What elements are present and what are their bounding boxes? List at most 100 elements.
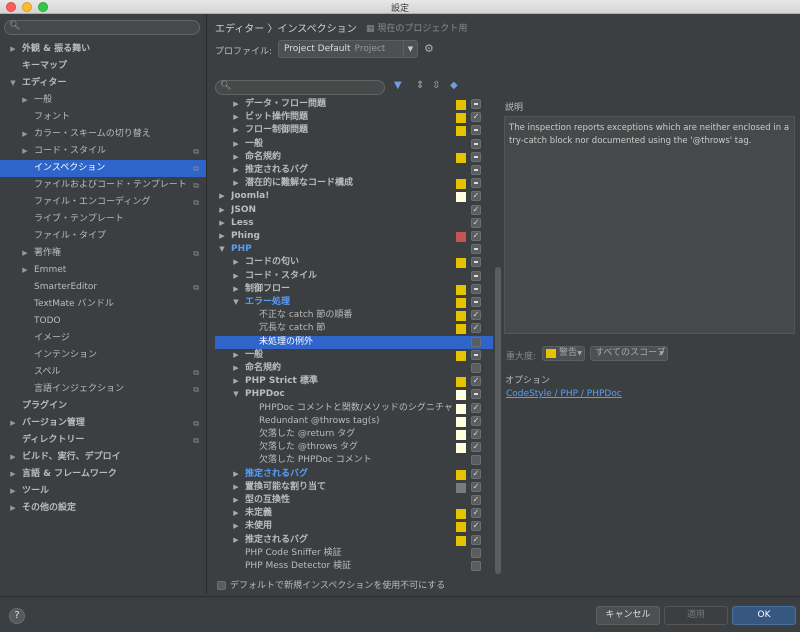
chevron-right-icon[interactable]: ▶ — [231, 481, 241, 494]
inspection-row[interactable]: ▶ PHP Strict 標準 ✓ — [215, 375, 493, 388]
chevron-right-icon[interactable]: ▶ — [8, 500, 18, 517]
disable-new-inspections-checkbox[interactable]: デフォルトで新規インスペクションを使用不可にする — [217, 578, 445, 591]
inspection-checkbox[interactable]: ✓ — [471, 521, 481, 531]
chevron-right-icon[interactable]: ▶ — [231, 164, 241, 177]
scope-select[interactable]: すべてのスコープ ▼ — [590, 346, 668, 361]
sidebar-item[interactable]: インスペクション ⧉ — [0, 160, 206, 177]
chevron-right-icon[interactable]: ▶ — [231, 111, 241, 124]
inspection-row[interactable]: ▶ データ・フロー問題 — [215, 98, 493, 111]
inspection-checkbox[interactable]: ✓ — [471, 482, 481, 492]
reset-icon[interactable]: ◆ — [450, 80, 458, 91]
inspection-checkbox[interactable] — [471, 139, 481, 149]
sidebar-item[interactable]: ファイル・タイプ — [0, 228, 206, 245]
inspection-checkbox[interactable] — [471, 271, 481, 281]
inspection-row[interactable]: PHPDoc コメントと関数/メソッドのシグニチャ ✓ — [215, 402, 493, 415]
inspection-row[interactable]: ▼ PHP — [215, 243, 493, 256]
inspection-checkbox[interactable] — [471, 99, 481, 109]
inspection-checkbox[interactable]: ✓ — [471, 231, 481, 241]
inspection-checkbox[interactable] — [471, 297, 481, 307]
inspection-row[interactable]: ▶ 命名規約 — [215, 362, 493, 375]
inspection-row[interactable]: 不正な catch 節の順番 ✓ — [215, 309, 493, 322]
inspection-row[interactable]: ▶ フロー制御問題 — [215, 124, 493, 137]
chevron-right-icon[interactable]: ▶ — [231, 375, 241, 388]
chevron-down-icon[interactable]: ▼ — [8, 75, 18, 92]
chevron-right-icon[interactable]: ▶ — [217, 190, 227, 203]
inspection-row[interactable]: ▶ Joomla! ✓ — [215, 190, 493, 203]
filter-icon[interactable]: ▼ — [394, 80, 402, 91]
sidebar-item[interactable]: ▶ 言語 & フレームワーク — [0, 466, 206, 483]
sidebar-item[interactable]: ▶ 外観 & 振る舞い — [0, 41, 206, 58]
sidebar-item[interactable]: フォント — [0, 109, 206, 126]
sidebar-item[interactable]: ディレクトリー ⧉ — [0, 432, 206, 449]
sidebar-item[interactable]: プラグイン — [0, 398, 206, 415]
inspection-checkbox[interactable] — [471, 125, 481, 135]
inspection-checkbox[interactable] — [471, 152, 481, 162]
inspection-row[interactable]: ▶ 推定されるバグ ✓ — [215, 468, 493, 481]
inspection-row[interactable]: ▶ 制御フロー — [215, 283, 493, 296]
inspection-row[interactable]: Redundant @throws tag(s) ✓ — [215, 415, 493, 428]
sidebar-item[interactable]: ライブ・テンプレート — [0, 211, 206, 228]
chevron-right-icon[interactable]: ▶ — [231, 468, 241, 481]
chevron-down-icon[interactable]: ▼ — [231, 296, 241, 309]
inspection-checkbox[interactable] — [471, 178, 481, 188]
chevron-right-icon[interactable]: ▶ — [231, 256, 241, 269]
sidebar-item[interactable]: ▶ ビルド、実行、デプロイ — [0, 449, 206, 466]
options-link[interactable]: CodeStyle / PHP / PHPDoc — [506, 389, 622, 399]
sidebar-item[interactable]: ファイル・エンコーディング ⧉ — [0, 194, 206, 211]
inspection-checkbox[interactable] — [471, 350, 481, 360]
inspection-checkbox[interactable] — [471, 389, 481, 399]
chevron-right-icon[interactable]: ▶ — [231, 534, 241, 547]
sidebar-item[interactable]: TextMate バンドル — [0, 296, 206, 313]
chevron-right-icon[interactable]: ▶ — [231, 98, 241, 111]
apply-button[interactable]: 適用 — [664, 606, 728, 625]
inspection-row[interactable]: ▶ 置換可能な割り当て ✓ — [215, 481, 493, 494]
inspection-row[interactable]: 欠落した @return タグ ✓ — [215, 428, 493, 441]
inspection-search[interactable]: 🔍︎ — [215, 80, 385, 95]
gear-icon[interactable]: ⚙ — [424, 42, 434, 55]
expand-all-icon[interactable]: ⇕ — [416, 80, 424, 91]
sidebar-item[interactable]: ▶ カラー・スキームの切り替え — [0, 126, 206, 143]
sidebar-item[interactable]: ▶ 著作権 ⧉ — [0, 245, 206, 262]
collapse-all-icon[interactable]: ⇳ — [432, 80, 440, 91]
chevron-right-icon[interactable]: ▶ — [231, 177, 241, 190]
inspection-row[interactable]: 未処理の例外 — [215, 336, 493, 349]
inspection-row[interactable]: ▶ 未定義 ✓ — [215, 507, 493, 520]
inspection-row[interactable]: ▶ 一般 — [215, 349, 493, 362]
chevron-right-icon[interactable]: ▶ — [8, 449, 18, 466]
chevron-right-icon[interactable]: ▶ — [231, 349, 241, 362]
chevron-right-icon[interactable]: ▶ — [231, 283, 241, 296]
chevron-right-icon[interactable]: ▶ — [231, 507, 241, 520]
cancel-button[interactable]: キャンセル — [596, 606, 660, 625]
chevron-right-icon[interactable]: ▶ — [231, 520, 241, 533]
inspection-row[interactable]: ▼ PHPDoc — [215, 388, 493, 401]
inspection-row[interactable]: ▶ 推定されるバグ ✓ — [215, 534, 493, 547]
chevron-right-icon[interactable]: ▶ — [20, 245, 30, 262]
chevron-right-icon[interactable]: ▶ — [231, 124, 241, 137]
inspection-checkbox[interactable]: ✓ — [471, 310, 481, 320]
inspection-checkbox[interactable]: ✓ — [471, 323, 481, 333]
inspection-checkbox[interactable] — [471, 548, 481, 558]
settings-search[interactable]: 🔍︎ — [4, 20, 200, 35]
chevron-right-icon[interactable]: ▶ — [8, 415, 18, 432]
sidebar-item[interactable]: ▶ コード・スタイル ⧉ — [0, 143, 206, 160]
sidebar-item[interactable]: ファイルおよびコード・テンプレート ⧉ — [0, 177, 206, 194]
chevron-right-icon[interactable]: ▶ — [231, 362, 241, 375]
sidebar-item[interactable]: インテンション — [0, 347, 206, 364]
chevron-right-icon[interactable]: ▶ — [8, 466, 18, 483]
inspection-checkbox[interactable] — [471, 363, 481, 373]
inspection-checkbox[interactable] — [471, 244, 481, 254]
chevron-right-icon[interactable]: ▶ — [231, 270, 241, 283]
chevron-right-icon[interactable]: ▶ — [217, 217, 227, 230]
inspection-checkbox[interactable]: ✓ — [471, 376, 481, 386]
checkbox[interactable] — [217, 581, 226, 590]
sidebar-item[interactable]: 言語インジェクション ⧉ — [0, 381, 206, 398]
inspection-checkbox[interactable]: ✓ — [471, 442, 481, 452]
inspection-row[interactable]: ▶ Less ✓ — [215, 217, 493, 230]
chevron-right-icon[interactable]: ▶ — [217, 230, 227, 243]
sidebar-item[interactable]: ▼ エディター — [0, 75, 206, 92]
inspection-checkbox[interactable] — [471, 284, 481, 294]
inspection-row[interactable]: ▶ コード・スタイル — [215, 270, 493, 283]
ok-button[interactable]: OK — [732, 606, 796, 625]
sidebar-item[interactable]: SmarterEditor ⧉ — [0, 279, 206, 296]
inspection-checkbox[interactable]: ✓ — [471, 403, 481, 413]
